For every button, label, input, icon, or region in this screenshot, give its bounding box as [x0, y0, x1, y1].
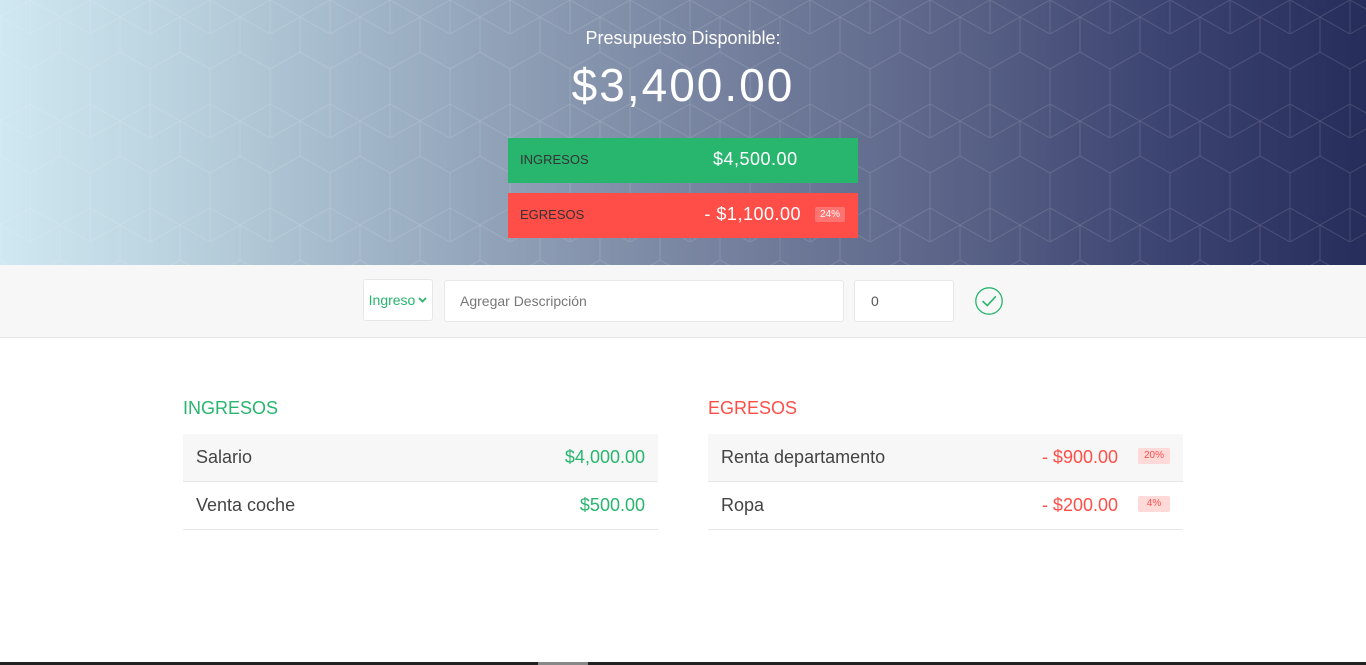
expense-item-description: Renta departamento [721, 447, 886, 467]
income-list-title: INGRESOS [183, 398, 279, 418]
income-item-value: $500.00 [579, 495, 645, 515]
income-item-description: Venta coche [196, 495, 296, 515]
chevron-down-icon [418, 297, 427, 303]
income-item[interactable]: Venta coche $500.00 [183, 482, 658, 530]
description-input[interactable] [444, 280, 844, 322]
expense-item-value: - $900.00 [1041, 447, 1118, 467]
budget-header: Presupuesto Disponible: $3,400.00 INGRES… [0, 0, 1366, 265]
expense-list: EGRESOS Renta departamento - $900.00 20%… [708, 396, 1183, 530]
expense-item-percentage-badge: 20% [1138, 448, 1170, 464]
expense-item[interactable]: Ropa - $200.00 4% [708, 482, 1183, 530]
expense-item-percentage-badge: 4% [1138, 496, 1170, 512]
income-item-description: Salario [196, 447, 253, 467]
income-summary-label: INGRESOS [520, 152, 589, 167]
available-budget-value: $3,400.00 [571, 59, 795, 111]
expense-list-title: EGRESOS [708, 398, 798, 418]
value-input[interactable] [854, 280, 954, 322]
type-select[interactable]: Ingreso [363, 279, 433, 321]
expense-summary-value: - $1,100.00 [704, 204, 801, 224]
check-circle-icon[interactable] [974, 286, 1004, 316]
expense-item[interactable]: Renta departamento - $900.00 20% [708, 434, 1183, 482]
expense-item-value: - $200.00 [1041, 495, 1118, 515]
add-entry-bar: Ingreso [0, 265, 1366, 338]
expense-summary: EGRESOS - $1,100.00 24% [508, 193, 858, 238]
expense-item-description: Ropa [721, 495, 765, 515]
expense-summary-label: EGRESOS [520, 207, 585, 222]
income-item-value: $4,000.00 [564, 447, 645, 467]
income-summary: INGRESOS $4,500.00 [508, 138, 858, 183]
type-select-value: Ingreso [368, 292, 416, 308]
expense-percentage-badge: 24% [814, 207, 845, 222]
income-summary-value: $4,500.00 [713, 149, 798, 169]
income-item[interactable]: Salario $4,000.00 [183, 434, 658, 482]
budget-title: Presupuesto Disponible: [585, 28, 781, 48]
income-list: INGRESOS Salario $4,000.00 Venta coche $… [183, 396, 658, 530]
